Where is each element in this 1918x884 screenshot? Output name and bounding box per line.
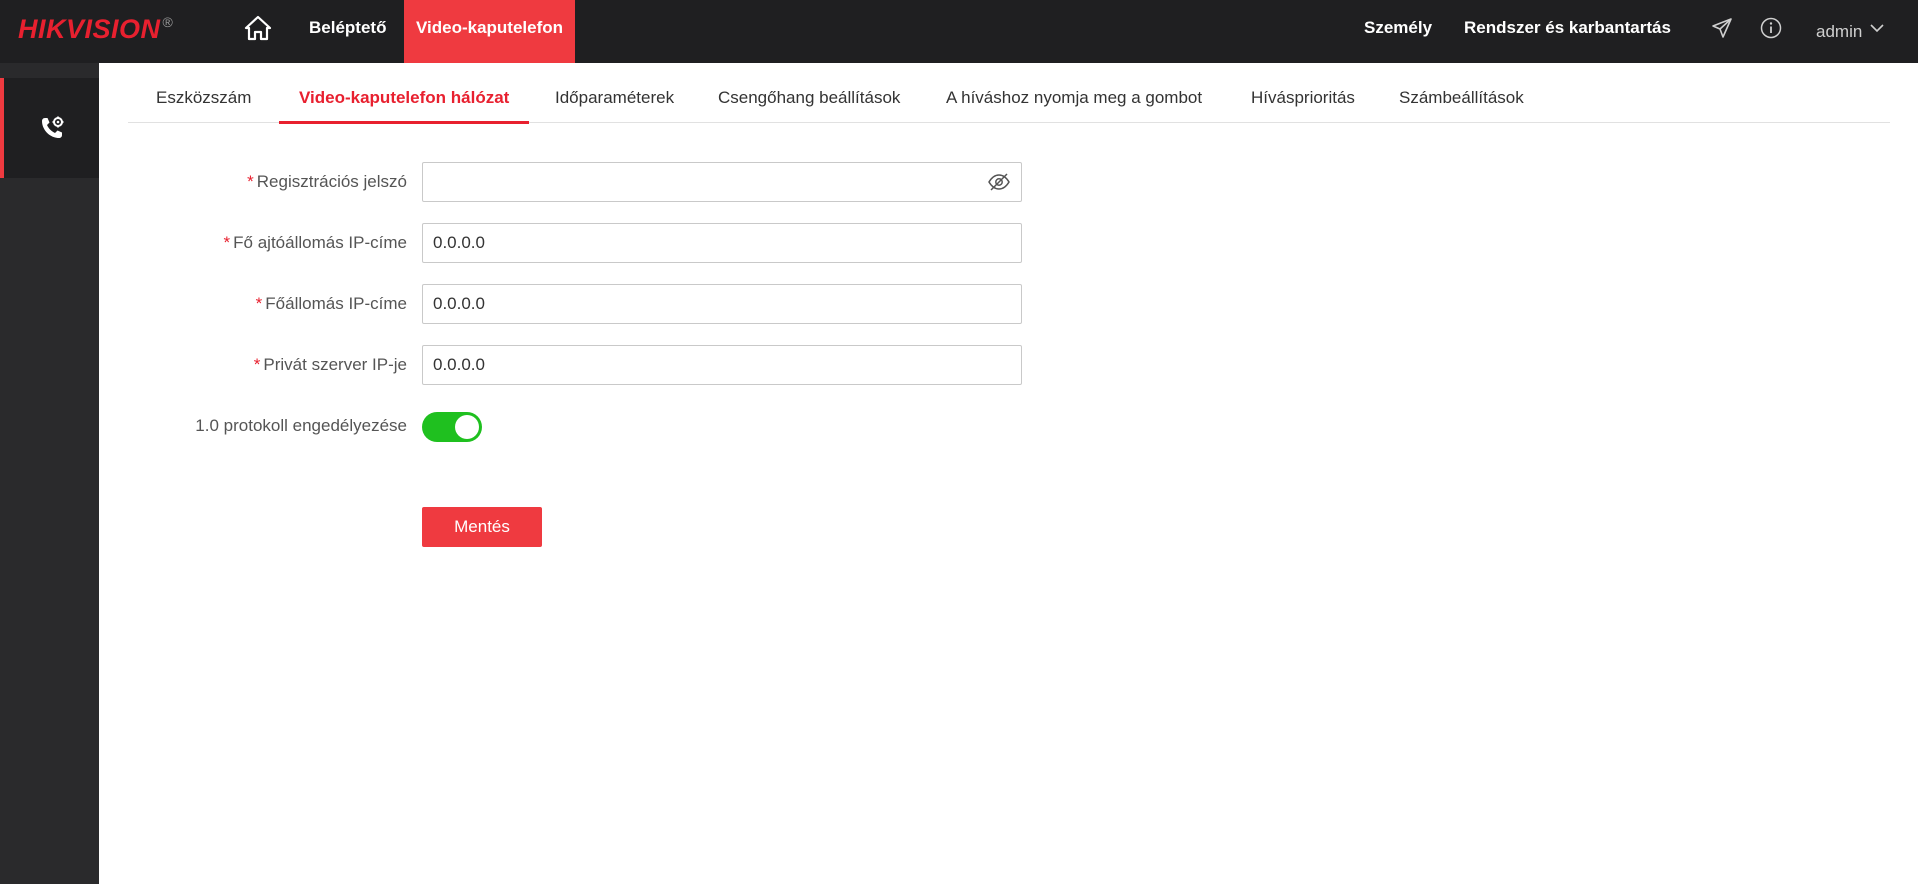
- main-door-station-ip-label: * Fő ajtóállomás IP-címe: [90, 223, 407, 263]
- tab-csengohang-beallitasok[interactable]: Csengőhang beállítások: [718, 63, 900, 123]
- nav-video-kaputelefon[interactable]: Video-kaputelefon: [404, 0, 575, 63]
- tab-idoparameterek[interactable]: Időparaméterek: [555, 63, 674, 123]
- main-station-ip-label: * Főállomás IP-címe: [90, 284, 407, 324]
- registration-password-label-text: Regisztrációs jelszó: [256, 172, 407, 191]
- form-row-main-door-station-ip: * Fő ajtóállomás IP-címe: [0, 223, 1100, 263]
- logo-text: HIKVISION: [18, 14, 161, 44]
- form-row-main-station-ip: * Főállomás IP-címe: [0, 284, 1100, 324]
- registration-password-label: * Regisztrációs jelszó: [90, 162, 407, 202]
- logo: HIKVISION ®: [18, 12, 173, 46]
- required-mark: *: [255, 294, 263, 313]
- save-button[interactable]: Mentés: [422, 507, 542, 547]
- private-server-ip-label-text: Privát szerver IP-je: [263, 355, 407, 374]
- logo-registered-mark: ®: [162, 14, 173, 30]
- user-menu[interactable]: admin: [1816, 0, 1884, 63]
- tab-hivasprioritas[interactable]: Hívásprioritás: [1251, 63, 1355, 123]
- tab-szambeallitasok[interactable]: Számbeállítások: [1399, 63, 1524, 123]
- tab-hivashoz-nyomja-meg-a-gombot[interactable]: A híváshoz nyomja meg a gombot: [946, 63, 1202, 123]
- user-name: admin: [1816, 21, 1863, 41]
- form-row-registration-password: * Regisztrációs jelszó: [0, 162, 1100, 202]
- send-icon[interactable]: [1711, 17, 1733, 39]
- network-settings-form: * Regisztrációs jelszó * Fő ajtóállomás IP…: [0, 0, 1918, 884]
- home-icon[interactable]: [244, 14, 272, 42]
- chevron-down-icon: [1870, 24, 1884, 33]
- eye-off-icon[interactable]: [988, 172, 1010, 192]
- info-icon[interactable]: [1760, 17, 1782, 39]
- main-station-ip-input[interactable]: [422, 284, 1022, 324]
- protocol-1-0-toggle[interactable]: [422, 412, 482, 442]
- tab-eszkozszam[interactable]: Eszközszám: [156, 63, 251, 123]
- toggle-knob: [455, 415, 479, 439]
- registration-password-input[interactable]: [422, 162, 1022, 202]
- main-door-station-ip-input[interactable]: [422, 223, 1022, 263]
- required-mark: *: [247, 172, 254, 191]
- tab-bar: Eszközszám Video-kaputelefon hálózat Idő…: [128, 63, 1890, 124]
- required-mark: *: [223, 233, 231, 252]
- private-server-ip-label: * Privát szerver IP-je: [90, 345, 407, 385]
- main-door-station-ip-label-text: Fő ajtóállomás IP-címe: [233, 233, 407, 252]
- nav-beleptet[interactable]: Beléptető: [309, 0, 386, 63]
- nav-szemely[interactable]: Személy: [1364, 0, 1432, 63]
- nav-rendszer-es-karbantartas[interactable]: Rendszer és karbantartás: [1464, 0, 1671, 63]
- form-row-private-server-ip: * Privát szerver IP-je: [0, 345, 1100, 385]
- main-station-ip-label-text: Főállomás IP-címe: [265, 294, 407, 313]
- form-row-protocol-1-0: 1.0 protokoll engedélyezése: [0, 406, 1100, 446]
- top-bar: HIKVISION ® Beléptető Video-kaputelefon …: [0, 0, 1918, 63]
- phone-settings-icon: [41, 116, 63, 138]
- private-server-ip-input[interactable]: [422, 345, 1022, 385]
- tab-video-kaputelefon-halozat[interactable]: Video-kaputelefon hálózat: [278, 63, 530, 124]
- required-mark: *: [253, 355, 261, 374]
- protocol-1-0-label: 1.0 protokoll engedélyezése: [195, 416, 407, 435]
